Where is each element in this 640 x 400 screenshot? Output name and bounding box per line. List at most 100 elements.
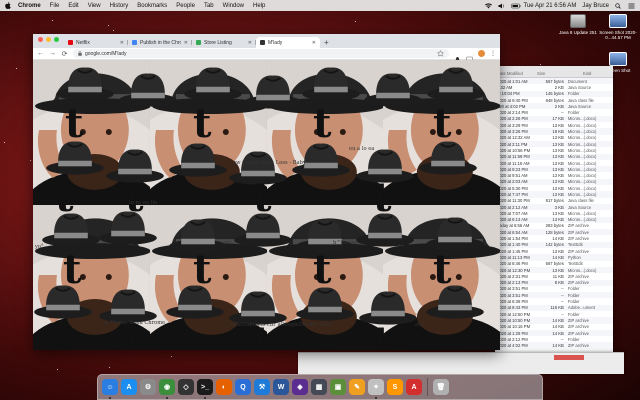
column-header-kind[interactable]: Kind <box>583 71 591 76</box>
lock-icon[interactable] <box>78 51 82 56</box>
dock-unity-icon[interactable]: ◇ <box>178 379 194 395</box>
dock-system-preferences-icon[interactable]: ⚙ <box>140 379 156 395</box>
close-tab-icon[interactable]: ✕ <box>120 40 124 46</box>
spotlight-icon[interactable] <box>615 2 622 9</box>
tab-publish[interactable]: Publish in the Chrome Web St... ✕ <box>128 37 192 48</box>
dock-quicktime-icon[interactable]: Q <box>235 379 251 395</box>
column-header-date[interactable]: Date Modified <box>497 71 527 76</box>
menu-edit[interactable]: Edit <box>68 3 78 9</box>
forward-button[interactable]: → <box>49 50 56 57</box>
file-row[interactable]: 2020 at 9:51 AM 13 KB Micros...(.docx) <box>495 172 613 178</box>
dock-acrobat-icon[interactable]: A <box>406 379 422 395</box>
desktop-icon-screenshot-1[interactable]: Screen Shot 2020-0...44.57 PM <box>596 14 640 41</box>
file-row[interactable]: 2020 at 11:13 PM 14 KB Python <box>495 254 613 261</box>
file-row[interactable]: 2020 at 12:30 PM 13 KB Micros...(.docx) <box>495 266 613 274</box>
file-row[interactable]: 020 at 4:02 PM 2 KB Java Source <box>495 103 613 110</box>
apple-icon[interactable] <box>5 2 11 9</box>
page-content[interactable]: t t t t t t t t t t t t t t t t ew Google Sign Loss - Ba… <box>33 60 500 350</box>
background-window-strip[interactable] <box>298 352 624 374</box>
dock-mission-control-icon[interactable]: ▦ <box>311 379 327 395</box>
dock-script-editor-icon[interactable]: ✦ <box>368 379 384 399</box>
maximize-window-button[interactable] <box>54 36 59 42</box>
file-row[interactable]: Today at 6:56 AM 283 bytes ZIP archive <box>495 223 613 229</box>
new-tab-button[interactable]: + <box>320 38 333 48</box>
file-row[interactable]: 2020 at 5:30 PM 13 KB Micros...(.docx) <box>495 185 613 191</box>
file-row[interactable]: 2020 at 1:45 PM 13 KB ZIP archive <box>495 248 613 254</box>
file-row[interactable]: 2020 at 10:56 PM 13 KB Micros...(.docx) <box>495 147 613 153</box>
menu-file[interactable]: File <box>50 3 60 9</box>
chrome-window[interactable]: Netflix ✕ Publish in the Chrome Web St..… <box>33 34 500 350</box>
back-button[interactable]: ← <box>37 50 44 57</box>
dock-xcode-icon[interactable]: ⚒ <box>254 379 270 395</box>
minimize-window-button[interactable] <box>46 36 51 42</box>
file-row[interactable]: 2020 at 11:30 PM 817 bytes Java class file <box>495 198 613 204</box>
tab-mlady[interactable]: M'lady ✕ <box>256 37 320 48</box>
file-row[interactable]: 2020 at 2:26 PM 17 KB Micros...(.docx) <box>495 115 613 123</box>
close-window-button[interactable] <box>38 36 43 42</box>
file-row[interactable]: 2:32 AM 2 KB Java Source <box>495 84 613 90</box>
url-text[interactable]: google.com/M'lady <box>85 51 127 57</box>
file-row[interactable]: 2020 at 8:46 PM 567 bytes TextEdit <box>495 261 613 267</box>
close-tab-icon[interactable]: ✕ <box>312 40 316 46</box>
menu-view[interactable]: View <box>88 3 101 9</box>
file-row[interactable]: 2020 at 12:32 AM 13 KB Micros...(.docx) <box>495 135 613 141</box>
file-row[interactable]: 2020 at 3:29 PM 13 KB Micros...(.docx) <box>495 122 613 128</box>
close-tab-icon[interactable]: ✕ <box>248 40 252 46</box>
menu-help[interactable]: Help <box>253 3 265 9</box>
finder-window[interactable]: Date Modified Size Kind 2020 at 1:01 AM 5… <box>495 66 613 362</box>
file-row[interactable]: 2020 at 9:40 PM 848 bytes Java class file <box>495 97 613 103</box>
wifi-icon[interactable] <box>484 2 492 9</box>
file-row[interactable]: 2020 at 11:18 AM 13 KB Micros...(.docx) <box>495 160 613 166</box>
file-row[interactable]: 2020 at 3:51 PM -- Folder <box>495 286 613 292</box>
dock-chrome-icon[interactable]: ◉ <box>159 379 175 399</box>
tab-netflix[interactable]: Netflix ✕ <box>64 37 128 48</box>
menu-history[interactable]: History <box>110 3 129 9</box>
file-row[interactable]: 2020 at 6:13 AM 13 KB Micros...(.docx) <box>495 216 613 223</box>
file-row[interactable]: 2020 at 2:13 PM 8 KB ZIP archive <box>495 279 613 286</box>
dock-app-store-icon[interactable]: A <box>121 379 137 395</box>
user-name[interactable]: Jay Bruce <box>582 3 609 9</box>
notification-center-icon[interactable] <box>628 3 635 9</box>
menu-bookmarks[interactable]: Bookmarks <box>137 3 167 9</box>
dock-sublime-text-icon[interactable]: S <box>387 379 403 395</box>
reload-button[interactable]: ⟳ <box>61 50 68 58</box>
file-row[interactable]: 2020 at 10:50 PM 14 KB ZIP archive <box>495 317 613 324</box>
chrome-menu-icon[interactable]: ⋮ <box>490 50 496 57</box>
file-row[interactable]: 2020 at 6:54 AM 128 bytes ZIP archive <box>495 229 613 236</box>
menu-app-name[interactable]: Chrome <box>18 3 41 9</box>
file-row[interactable]: 2020 at 3:26 PM 18 KB Micros...(.docx) <box>495 128 613 135</box>
file-row[interactable]: 2020 at 8:43 PM 116 KB Adobe...ument <box>495 304 613 311</box>
bookmark-star-icon[interactable] <box>436 49 445 57</box>
file-row[interactable]: 2020 at 2:14 PM -- Folder <box>495 109 613 115</box>
address-bar[interactable]: google.com/M'lady <box>73 49 449 58</box>
clock[interactable]: Tue Apr 21 6:56 AM <box>524 3 577 9</box>
tab-store-listing[interactable]: Store Listing ✕ <box>192 37 256 48</box>
dock-pencil-app-icon[interactable]: ✎ <box>349 379 365 395</box>
close-tab-icon[interactable]: ✕ <box>184 40 188 46</box>
column-header-size[interactable]: Size <box>537 71 573 76</box>
battery-icon[interactable] <box>510 3 520 9</box>
file-row[interactable]: 2020 at 6:36 PM -- Folder <box>495 298 613 304</box>
file-row[interactable]: 2020 at 12:50 PM -- Folder <box>495 311 613 317</box>
dock-visual-studio-icon[interactable]: ◈ <box>292 379 308 395</box>
file-row[interactable]: 2020 at 11:59 PM 13 KB Micros...(.docx) <box>495 153 613 160</box>
dock-terminal-icon[interactable]: >_ <box>197 379 213 399</box>
file-row[interactable]: at 10:04 PM 145 bytes Folder <box>495 90 613 97</box>
file-row[interactable]: 2020 at 1:01 AM 567 bytes Document <box>495 78 613 85</box>
file-row[interactable]: 2020 at 7:47 PM 13 KB Micros...(.docx) <box>495 191 613 198</box>
extension-fedora-icon[interactable] <box>454 50 461 62</box>
file-row[interactable]: 2020 at 1:54 PM 14 KB ZIP archive <box>495 235 613 241</box>
profile-avatar[interactable] <box>478 50 485 57</box>
dock-word-icon[interactable]: W <box>273 379 289 395</box>
file-row[interactable]: 2020 at 7:07 AM 13 KB Micros...(.docx) <box>495 210 613 216</box>
file-row[interactable]: 2020 at 10:15 PM 14 KB ZIP archive <box>495 324 613 330</box>
menu-tab[interactable]: Tab <box>204 3 214 9</box>
file-row[interactable]: 2020 at 2:12 AM 3 KB Java Source <box>495 203 613 211</box>
desktop-icon-java[interactable]: Java 8 Update 251 <box>556 14 600 35</box>
volume-icon[interactable] <box>498 3 505 9</box>
file-row[interactable]: 2020 at 2:11 PM 13 KB Micros...(.docx) <box>495 140 613 148</box>
file-row[interactable]: 2020 at 9:23 PM 13 KB Micros...(.docx) <box>495 166 613 173</box>
extension-cast-icon[interactable] <box>466 50 473 63</box>
file-row[interactable]: 2020 at 3:51 PM -- Folder <box>495 292 613 299</box>
dock-finder-icon[interactable]: ☺ <box>102 379 118 399</box>
